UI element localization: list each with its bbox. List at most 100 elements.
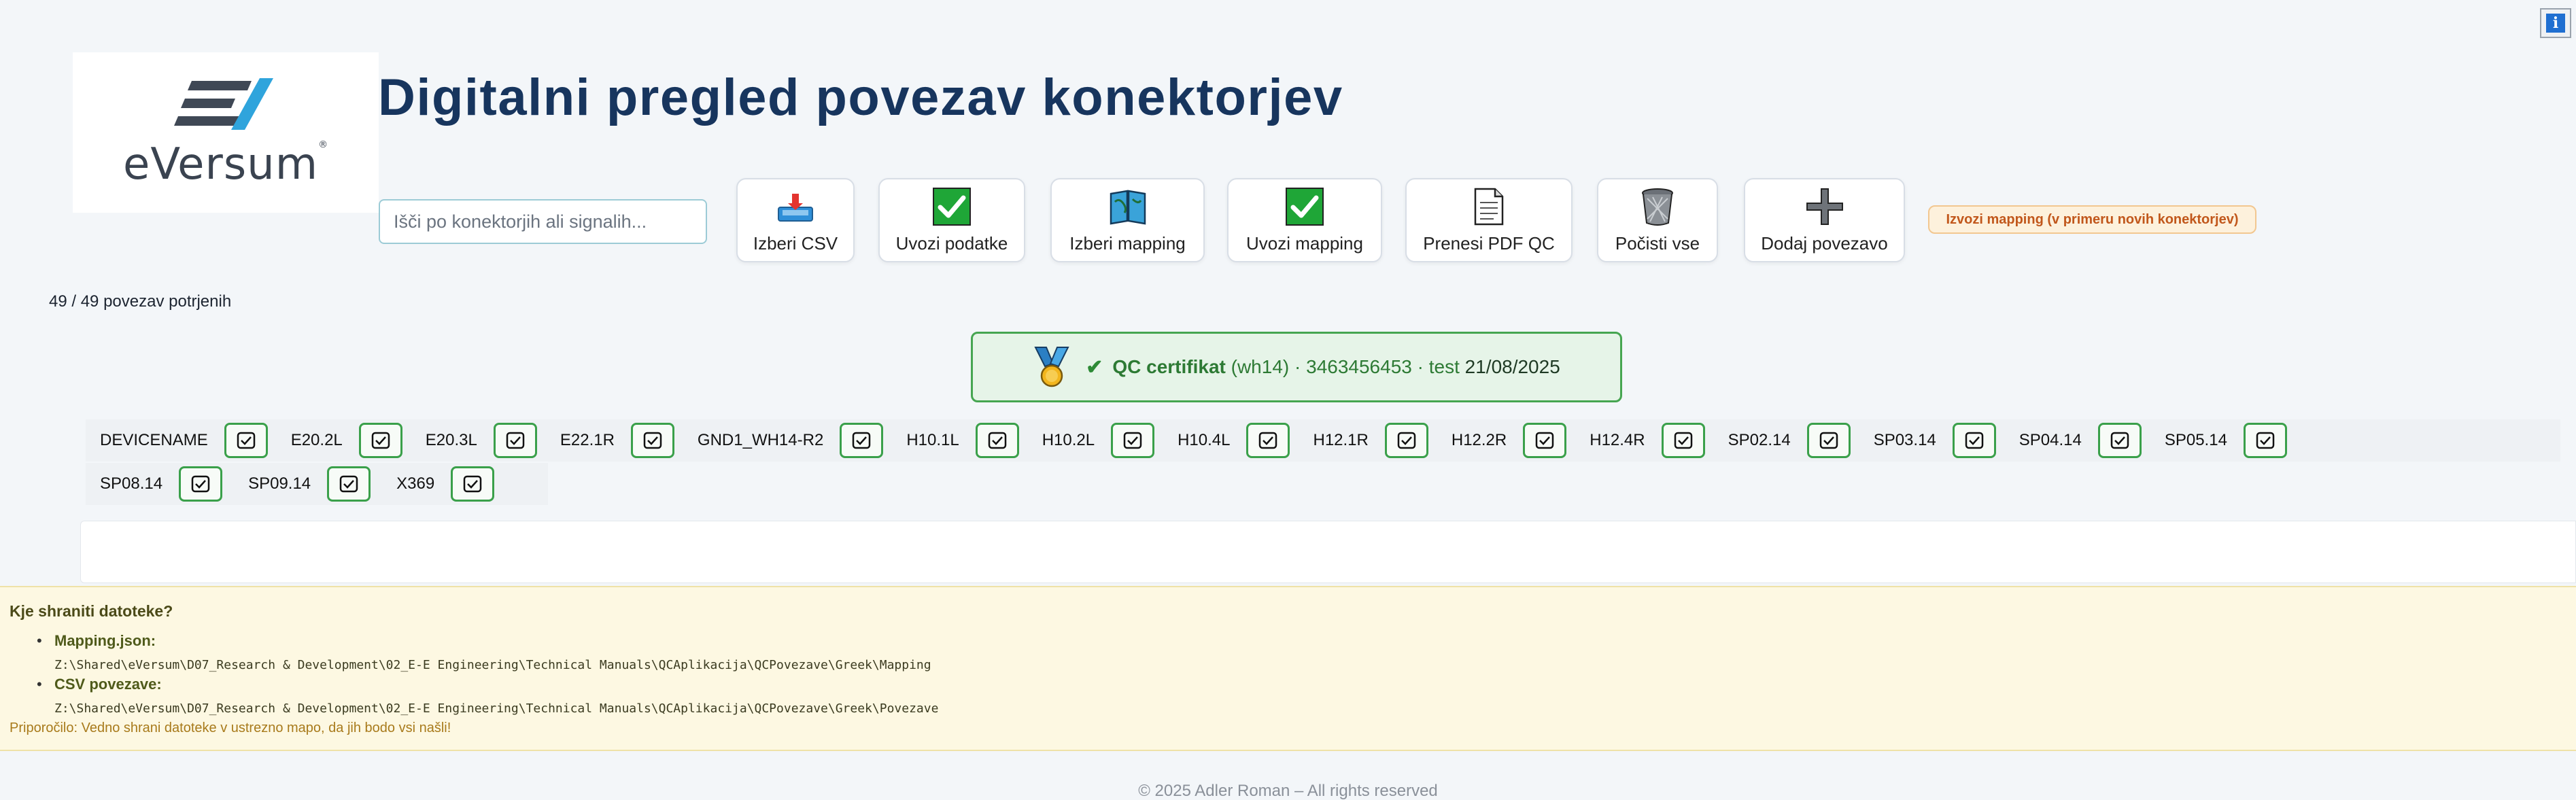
qc-serial: · 3463456453 · test — [1294, 356, 1460, 377]
checkbox-icon — [1259, 432, 1277, 449]
checkbox-icon — [1397, 432, 1416, 449]
device-toggle[interactable] — [1806, 423, 1851, 458]
device-name: H10.1L — [906, 431, 959, 449]
search-input[interactable] — [379, 199, 707, 244]
add-connection-label: Dodaj povezavo — [1761, 232, 1888, 254]
device-toggle[interactable] — [2243, 423, 2287, 458]
page-title: Digitalni pregled povezav konektorjev — [378, 69, 1343, 126]
device-toggle[interactable] — [1246, 423, 1290, 458]
import-mapping-label: Uvozi mapping — [1246, 232, 1363, 254]
device-name: H10.4L — [1178, 431, 1231, 449]
device-toggle[interactable] — [179, 466, 223, 502]
device-toggle[interactable] — [1661, 423, 1705, 458]
bullet-icon: • — [37, 632, 42, 649]
device-name: SP04.14 — [2019, 431, 2082, 449]
clear-all-button[interactable]: Počisti vse — [1597, 178, 1718, 262]
green-check-icon — [933, 187, 971, 226]
device-item: H12.2R — [1428, 423, 1567, 458]
device-name: X369 — [396, 474, 435, 493]
device-name: GND1_WH14-R2 — [697, 431, 824, 449]
csv-title: CSV povezave: — [54, 676, 162, 693]
device-name: E22.1R — [560, 431, 615, 449]
device-name: E20.2L — [290, 431, 343, 449]
info-icon-button[interactable]: i — [2540, 8, 2571, 38]
device-name: SP09.14 — [248, 474, 311, 493]
info-icon: i — [2546, 14, 2565, 33]
medal-icon — [1034, 347, 1069, 387]
select-csv-button[interactable]: Izberi CSV — [736, 178, 855, 262]
device-toggle[interactable] — [358, 423, 402, 458]
device-toggle[interactable] — [327, 466, 371, 502]
device-toggle[interactable] — [2097, 423, 2142, 458]
device-list-row: DEVICENAME E20.2L E20.3L E22.1R GND1_WH1… — [86, 419, 2560, 462]
device-item: SP09.14 — [222, 466, 371, 502]
device-name: H12.4R — [1590, 431, 1645, 449]
device-item: GND1_WH14-R2 — [674, 423, 884, 458]
device-item: E22.1R — [537, 423, 674, 458]
download-pdf-label: Prenesi PDF QC — [1423, 232, 1555, 254]
device-toggle[interactable] — [1384, 423, 1428, 458]
qc-certificate-banner: ✔ QC certifikat (wh14) · 3463456453 · te… — [971, 332, 1622, 402]
device-name: H12.1R — [1313, 431, 1369, 449]
select-mapping-button[interactable]: Izberi mapping — [1050, 178, 1205, 262]
device-name: SP02.14 — [1728, 431, 1791, 449]
device-toggle[interactable] — [1111, 423, 1155, 458]
bullet-icon: • — [37, 676, 42, 693]
checkbox-icon — [339, 475, 358, 493]
connections-panel — [80, 521, 2576, 583]
device-list-row: SP08.14 SP09.14 X369 — [86, 463, 548, 505]
checkbox-icon — [988, 432, 1006, 449]
device-toggle[interactable] — [630, 423, 674, 458]
confirmed-count: 49 / 49 povezav potrjenih — [49, 292, 232, 311]
checkbox-icon — [237, 432, 255, 449]
import-data-label: Uvozi podatke — [895, 232, 1008, 254]
device-name: SP03.14 — [1873, 431, 1936, 449]
device-item: H10.2L — [1019, 423, 1155, 458]
mapping-title: Mapping.json: — [54, 632, 156, 649]
device-toggle[interactable] — [493, 423, 537, 458]
device-toggle[interactable] — [840, 423, 884, 458]
export-mapping-button[interactable]: Izvozi mapping (v primeru novih konektor… — [1928, 205, 2256, 234]
device-item: H12.4R — [1566, 423, 1705, 458]
device-item: H10.4L — [1154, 423, 1290, 458]
select-csv-label: Izberi CSV — [753, 232, 838, 254]
device-toggle[interactable] — [1952, 423, 1996, 458]
download-pdf-button[interactable]: Prenesi PDF QC — [1405, 178, 1573, 262]
checkbox-icon — [1674, 432, 1692, 449]
checkbox-icon — [463, 475, 482, 493]
tray-icon — [776, 187, 815, 226]
qc-date: 21/08/2025 — [1464, 356, 1560, 377]
qc-harness: (wh14) — [1231, 356, 1290, 377]
device-name: SP08.14 — [100, 474, 163, 493]
logo: eVersum® — [73, 52, 379, 213]
document-icon — [1473, 187, 1505, 226]
device-name: H12.2R — [1451, 431, 1507, 449]
clear-all-label: Počisti vse — [1615, 232, 1700, 254]
check-icon: ✔ — [1086, 355, 1103, 379]
csv-path: Z:\Shared\eVersum\D07_Research & Develop… — [54, 701, 939, 716]
checkbox-icon — [2110, 432, 2129, 449]
device-item: X369 — [371, 466, 495, 502]
eversum-logo-mark — [174, 78, 273, 130]
device-item: SP08.14 — [86, 466, 223, 502]
device-name: SP05.14 — [2164, 431, 2227, 449]
device-name: E20.3L — [425, 431, 477, 449]
device-name: DEVICENAME — [100, 431, 208, 449]
device-item: SP04.14 — [1996, 423, 2142, 458]
import-mapping-button[interactable]: Uvozi mapping — [1227, 178, 1382, 262]
device-toggle[interactable] — [1523, 423, 1567, 458]
import-data-button[interactable]: Uvozi podatke — [878, 178, 1025, 262]
add-connection-button[interactable]: Dodaj povezavo — [1744, 178, 1905, 262]
device-item: SP03.14 — [1851, 423, 1996, 458]
device-item: H10.1L — [883, 423, 1019, 458]
device-toggle[interactable] — [224, 423, 268, 458]
checkbox-icon — [853, 432, 871, 449]
info-heading: Kje shraniti datoteke? — [10, 602, 173, 620]
checkbox-icon — [1535, 432, 1554, 449]
footer: © 2025 Adler Roman – All rights reserved — [1138, 782, 1438, 800]
device-name: H10.2L — [1042, 431, 1095, 449]
storage-info-box: Kje shraniti datoteke? • Mapping.json: Z… — [0, 586, 2576, 751]
checkbox-icon — [371, 432, 390, 449]
device-toggle[interactable] — [975, 423, 1019, 458]
device-toggle[interactable] — [451, 466, 495, 502]
